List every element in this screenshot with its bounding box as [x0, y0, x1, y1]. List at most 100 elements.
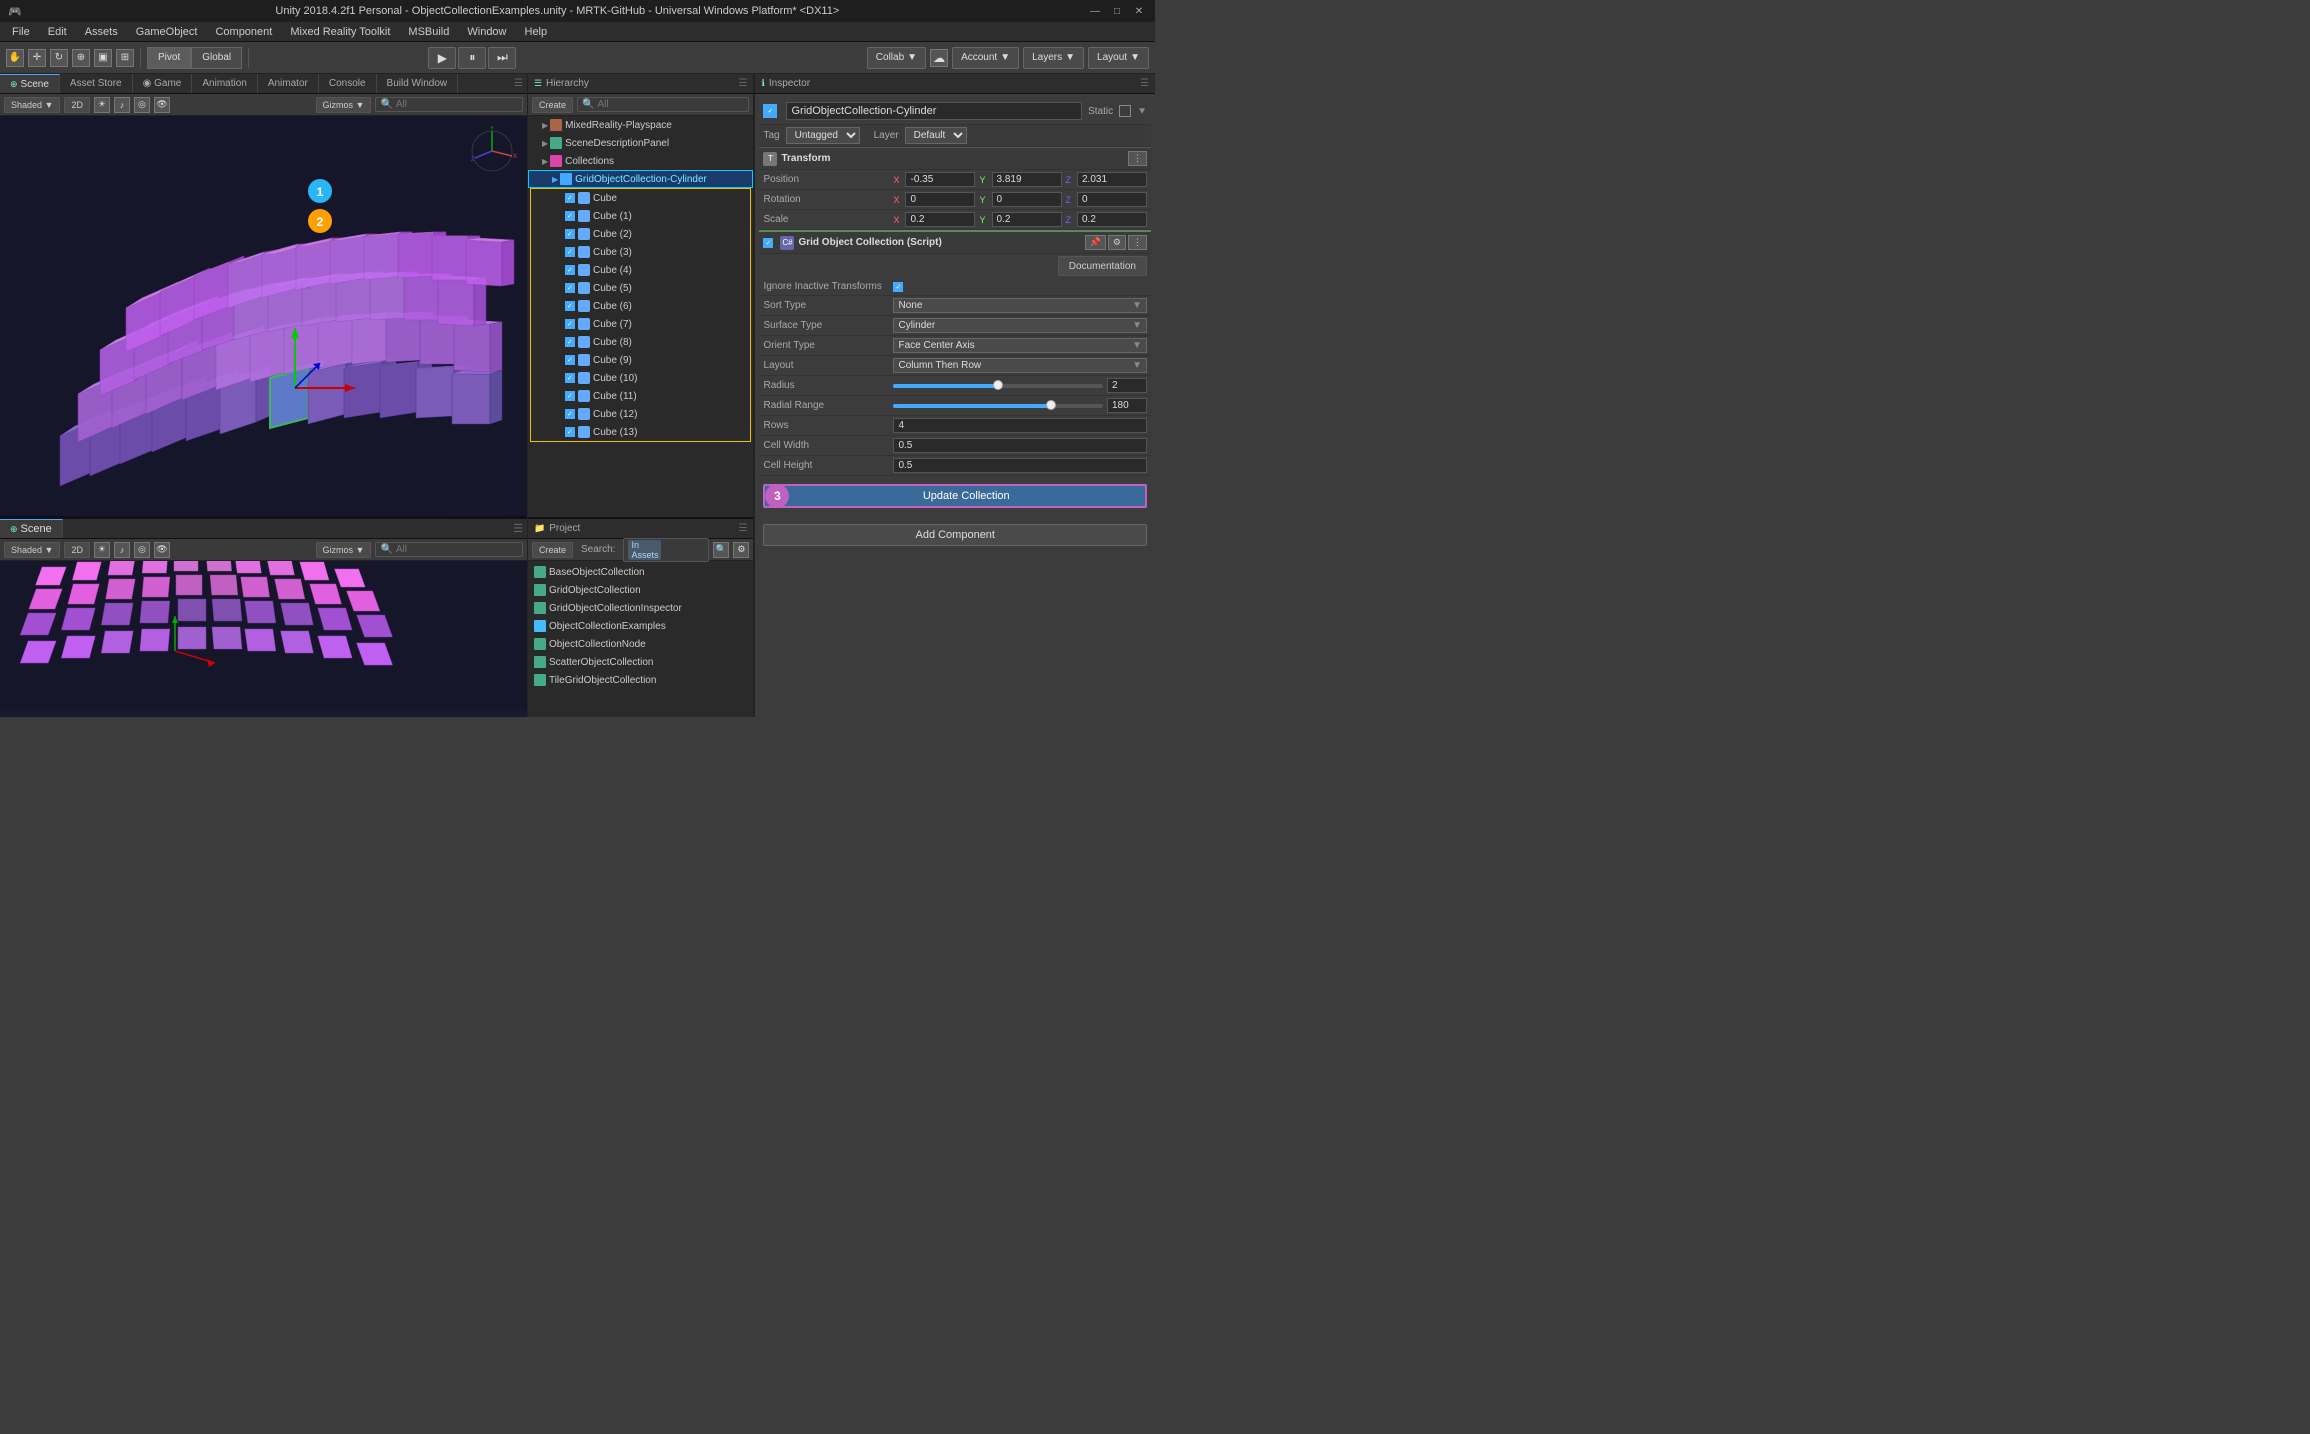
- bottom-audio[interactable]: ♪: [114, 542, 130, 558]
- proj-tile[interactable]: TileGridObjectCollection: [530, 671, 752, 689]
- grid-pin[interactable]: 📌: [1085, 235, 1106, 250]
- menu-component[interactable]: Component: [207, 25, 280, 39]
- scene-panel-menu[interactable]: ☰: [510, 74, 527, 93]
- proj-scatter[interactable]: ScatterObjectCollection: [530, 653, 752, 671]
- grid-more[interactable]: ⋮: [1128, 235, 1147, 250]
- tab-asset-store[interactable]: Asset Store: [60, 74, 133, 93]
- hier-cube-0[interactable]: ✓ Cube: [531, 189, 751, 207]
- hier-cube3-check[interactable]: ✓: [565, 247, 575, 257]
- hier-cube-7[interactable]: ✓ Cube (7): [531, 315, 751, 333]
- hier-cube11-check[interactable]: ✓: [565, 391, 575, 401]
- tab-console[interactable]: Console: [319, 74, 377, 93]
- menu-gameobject[interactable]: GameObject: [128, 25, 206, 39]
- tab-animator[interactable]: Animator: [258, 74, 319, 93]
- lighting-toggle[interactable]: ☀: [94, 97, 110, 113]
- transform-more[interactable]: ⋮: [1128, 151, 1147, 166]
- tab-build-window[interactable]: Build Window: [377, 74, 459, 93]
- close-button[interactable]: ✕: [1131, 3, 1147, 19]
- cell-height-input[interactable]: [893, 458, 1147, 473]
- bottom-scene-view[interactable]: Y X Z < Persp: [0, 561, 527, 717]
- hier-cube-11[interactable]: ✓ Cube (11): [531, 387, 751, 405]
- hier-cube-10[interactable]: ✓ Cube (10): [531, 369, 751, 387]
- bottom-panel-menu[interactable]: ☰: [509, 519, 527, 538]
- project-create[interactable]: Create: [532, 542, 573, 558]
- cell-width-input[interactable]: [893, 438, 1147, 453]
- proj-base[interactable]: BaseObjectCollection: [530, 563, 752, 581]
- rot-x-input[interactable]: [905, 192, 975, 207]
- hier-cube-2[interactable]: ✓ Cube (2): [531, 225, 751, 243]
- global-button[interactable]: Global: [191, 47, 242, 69]
- hier-cube-6[interactable]: ✓ Cube (6): [531, 297, 751, 315]
- maximize-button[interactable]: □: [1109, 3, 1125, 19]
- project-search[interactable]: In Assets: [623, 538, 709, 562]
- gizmos-button[interactable]: Gizmos ▼: [316, 97, 372, 113]
- hier-cube4-check[interactable]: ✓: [565, 265, 575, 275]
- gameobject-name-input[interactable]: [786, 102, 1082, 120]
- pivot-button[interactable]: Pivot: [147, 47, 191, 69]
- bottom-light[interactable]: ☀: [94, 542, 110, 558]
- effects-toggle[interactable]: ◎: [134, 97, 150, 113]
- pos-y-input[interactable]: [992, 172, 1062, 187]
- minimize-button[interactable]: —: [1087, 3, 1103, 19]
- search-tag[interactable]: In Assets: [628, 540, 661, 560]
- hier-cube10-check[interactable]: ✓: [565, 373, 575, 383]
- grid-settings[interactable]: ⚙: [1108, 235, 1126, 250]
- hier-cube-3[interactable]: ✓ Cube (3): [531, 243, 751, 261]
- hier-cube-1[interactable]: ✓ Cube (1): [531, 207, 751, 225]
- 2d-toggle[interactable]: 2D: [64, 97, 90, 113]
- tab-game[interactable]: ◉ Game: [133, 74, 193, 93]
- hier-cube-13[interactable]: ✓ Cube (13): [531, 423, 751, 441]
- step-button[interactable]: ⏭: [488, 47, 516, 69]
- rot-z-input[interactable]: [1077, 192, 1147, 207]
- tab-animation[interactable]: Animation: [192, 74, 257, 93]
- proj-inspector[interactable]: GridObjectCollectionInspector: [530, 599, 752, 617]
- menu-mixedreality[interactable]: Mixed Reality Toolkit: [282, 25, 398, 39]
- hand-tool[interactable]: ✋: [6, 49, 24, 67]
- menu-edit[interactable]: Edit: [40, 25, 75, 39]
- radial-range-input[interactable]: [1107, 398, 1147, 413]
- hier-cube-8[interactable]: ✓ Cube (8): [531, 333, 751, 351]
- hier-cube-9[interactable]: ✓ Cube (9): [531, 351, 751, 369]
- update-collection-button[interactable]: Update Collection: [763, 484, 1147, 508]
- proj-node[interactable]: ObjectCollectionNode: [530, 635, 752, 653]
- scale-x-input[interactable]: [905, 212, 975, 227]
- radius-slider[interactable]: [893, 384, 1103, 388]
- audio-toggle[interactable]: ♪: [114, 97, 130, 113]
- scene-search[interactable]: 🔍: [375, 97, 523, 112]
- orient-type-dropdown[interactable]: Face Center Axis ▼: [893, 338, 1147, 353]
- bottom-tab-scene[interactable]: ⊕ Scene: [0, 519, 63, 538]
- ignore-toggle[interactable]: ✓: [893, 282, 903, 292]
- layout-dropdown[interactable]: Column Then Row ▼: [893, 358, 1147, 373]
- project-search-input[interactable]: [664, 544, 704, 555]
- layout-button[interactable]: Layout ▼: [1088, 47, 1149, 69]
- transform-component-header[interactable]: T Transform ⋮: [759, 147, 1151, 170]
- transform-tool[interactable]: ⊞: [116, 49, 134, 67]
- project-settings[interactable]: ⚙: [733, 542, 749, 558]
- hier-cube-4[interactable]: ✓ Cube (4): [531, 261, 751, 279]
- layers-button[interactable]: Layers ▼: [1023, 47, 1084, 69]
- hierarchy-search[interactable]: 🔍: [577, 97, 749, 112]
- hier-cube5-check[interactable]: ✓: [565, 283, 575, 293]
- move-tool[interactable]: ✛: [28, 49, 46, 67]
- menu-msbuild[interactable]: MSBuild: [400, 25, 457, 39]
- cloud-icon[interactable]: ☁: [930, 49, 948, 67]
- layer-select[interactable]: Default: [905, 127, 967, 144]
- scale-y-input[interactable]: [992, 212, 1062, 227]
- project-menu[interactable]: ☰: [739, 523, 748, 534]
- hidden-toggle[interactable]: 👁: [154, 97, 170, 113]
- hierarchy-menu[interactable]: ☰: [739, 78, 748, 89]
- hier-cube9-check[interactable]: ✓: [565, 355, 575, 365]
- hierarchy-create[interactable]: Create: [532, 97, 573, 113]
- proj-grid[interactable]: GridObjectCollection: [530, 581, 752, 599]
- bottom-hidden[interactable]: 👁: [154, 542, 170, 558]
- account-button[interactable]: Account ▼: [952, 47, 1019, 69]
- radial-range-slider[interactable]: [893, 404, 1103, 408]
- rect-tool[interactable]: ▣: [94, 49, 112, 67]
- tag-select[interactable]: Untagged: [786, 127, 860, 144]
- menu-help[interactable]: Help: [517, 25, 556, 39]
- tab-scene[interactable]: ⊕ Scene: [0, 74, 60, 93]
- hier-collections[interactable]: ▶ Collections: [528, 152, 754, 170]
- add-component-button[interactable]: Add Component: [763, 524, 1147, 546]
- bottom-gizmos[interactable]: Gizmos ▼: [316, 542, 372, 558]
- inspector-content[interactable]: ✓ Static ▼ Tag Untagged Layer Default: [755, 94, 1155, 717]
